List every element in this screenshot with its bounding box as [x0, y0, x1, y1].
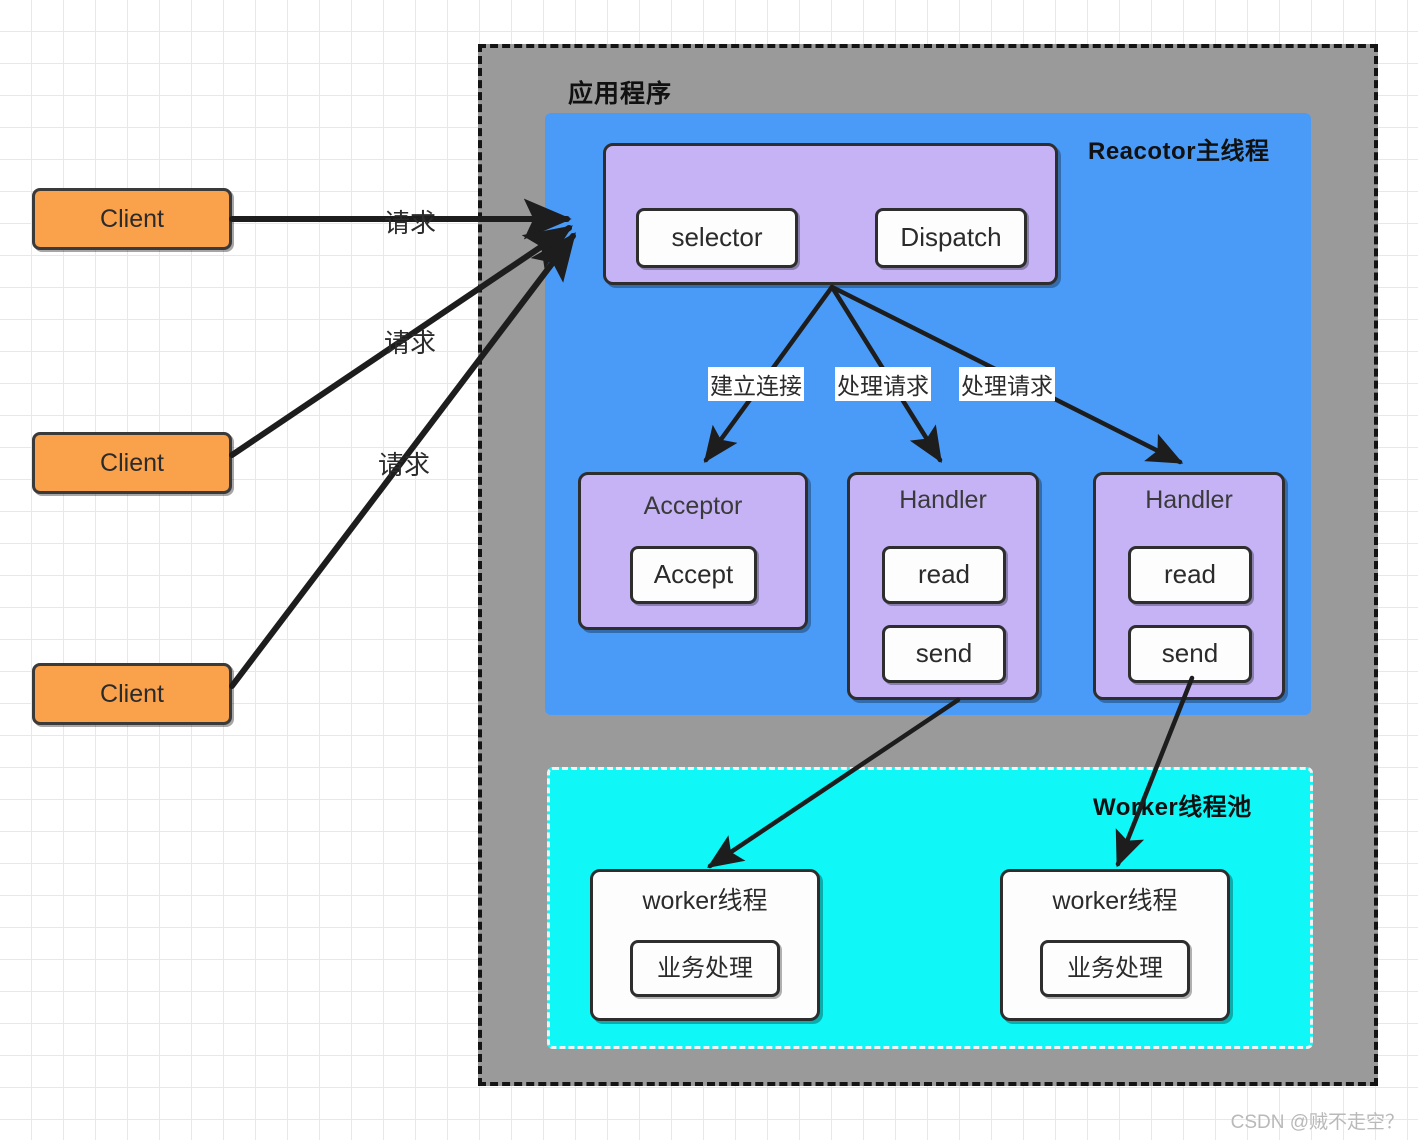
request-label-2: 请求 — [384, 328, 437, 358]
worker-thread-title-2: worker线程 — [1052, 887, 1178, 915]
application-title: 应用程序 — [568, 80, 673, 108]
client-box-1[interactable]: Client — [32, 188, 232, 250]
worker-pool-title: Worker线程池 — [1093, 794, 1252, 821]
watermark: CSDN @贼不走空？ — [1230, 1112, 1404, 1133]
worker-task-box-2[interactable]: 业务处理 — [1040, 940, 1190, 997]
acceptor-title: Acceptor — [643, 492, 743, 520]
request-label-3: 请求 — [378, 450, 431, 480]
client-box-2[interactable]: Client — [32, 432, 232, 494]
worker-thread-title-1: worker线程 — [642, 887, 768, 915]
handler1-read-box[interactable]: read — [882, 546, 1006, 604]
dispatch-edge-label-1: 建立连接 — [708, 367, 804, 401]
reactor-region-title: Reacotor主线程 — [1088, 138, 1270, 165]
selector-box[interactable]: selector — [636, 208, 798, 268]
handler2-send-box[interactable]: send — [1128, 625, 1252, 683]
handler1-send-box[interactable]: send — [882, 625, 1006, 683]
dispatch-box[interactable]: Dispatch — [875, 208, 1027, 268]
handler2-read-box[interactable]: read — [1128, 546, 1252, 604]
accept-box[interactable]: Accept — [630, 546, 757, 604]
worker-task-box-1[interactable]: 业务处理 — [630, 940, 780, 997]
handler-title-2: Handler — [1145, 486, 1233, 514]
diagram-canvas: 应用程序 Reacotor主线程 selector Dispatch Accep… — [0, 0, 1418, 1140]
dispatch-edge-label-3: 处理请求 — [959, 367, 1055, 401]
handler-title-1: Handler — [899, 486, 987, 514]
dispatch-edge-label-2: 处理请求 — [835, 367, 931, 401]
client-box-3[interactable]: Client — [32, 663, 232, 725]
request-label-1: 请求 — [384, 208, 437, 238]
